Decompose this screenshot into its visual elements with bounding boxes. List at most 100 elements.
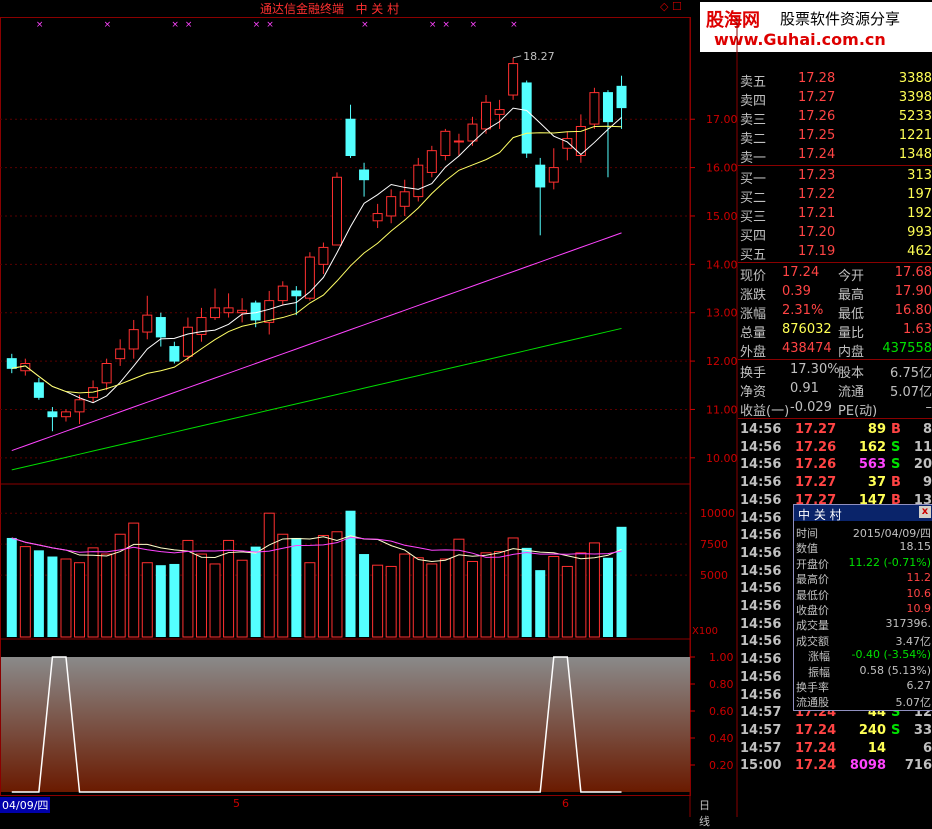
candle-body-down: [34, 383, 43, 398]
date-axis-june: 6: [562, 797, 569, 810]
volume-bar-up: [427, 564, 437, 637]
tick-price: 17.26: [795, 440, 836, 455]
close-icon[interactable]: x: [919, 506, 931, 518]
stat-value: 5.07亿: [890, 381, 932, 400]
moving-average-lines: [12, 108, 622, 470]
indicator-tick-label: 0.60: [709, 705, 734, 718]
bid-price: 17.22: [798, 187, 835, 202]
candle-body-down: [156, 318, 165, 337]
stat-label: 最低: [838, 303, 864, 322]
tick-price: 17.27: [795, 475, 836, 490]
ask-volume: 3388: [899, 71, 932, 86]
signal-marker: ×: [253, 20, 261, 30]
period-label[interactable]: 日线: [699, 797, 710, 829]
volume-bar-down: [603, 558, 613, 637]
stat-label: 收益(一): [740, 400, 789, 419]
volume-tick-label: 10000: [700, 507, 735, 520]
date-axis-may: 5: [233, 797, 240, 810]
volume-bar-up: [495, 552, 505, 637]
date-axis-start: 04/09/四: [0, 797, 50, 813]
stat-label: 现价: [740, 265, 766, 284]
price-tick-label: 10.00: [706, 452, 738, 465]
ma10-line: [12, 126, 622, 393]
stat-label: 外盘: [740, 341, 766, 360]
ask-label: 卖二: [740, 128, 766, 147]
ask-row: 卖一17.241348: [738, 146, 932, 165]
tick-price: 17.26: [795, 457, 836, 472]
popup-value: -0.40 (-3.54%): [852, 648, 931, 661]
candle-body-up: [129, 330, 138, 349]
candle-body-down: [603, 93, 612, 122]
kline-chart-area[interactable]: 17.0016.0015.0014.0013.0012.0011.0010.00…: [0, 17, 738, 817]
price-tick-label: 17.00: [706, 113, 738, 126]
tick-side: S: [891, 723, 900, 738]
popup-title-bar[interactable]: 中 关 村 x: [794, 505, 932, 521]
stat-value: 17.24: [782, 265, 819, 280]
candle-body-up: [238, 310, 247, 312]
volume-bar-up: [400, 554, 410, 637]
tick-time: 15:00: [740, 758, 781, 773]
signal-marker: ×: [469, 20, 477, 30]
volume-bars[interactable]: [7, 511, 627, 637]
stat-value: 1.63: [903, 322, 932, 337]
volume-bar-down: [346, 511, 356, 637]
volume-bar-up: [237, 560, 247, 637]
volume-bar-up: [318, 535, 328, 637]
price-tick-label: 11.00: [706, 403, 738, 416]
tick-price: 17.24: [795, 741, 836, 756]
volume-bar-up: [278, 534, 288, 637]
candlestick-series[interactable]: [7, 58, 626, 431]
candle-body-up: [441, 131, 450, 155]
candle-body-up: [224, 308, 233, 313]
signal-marker: ×: [361, 20, 369, 30]
popup-row: 最低价10.6: [794, 586, 932, 602]
tick-time: 14:57: [740, 705, 781, 720]
stat-value: 17.68: [895, 265, 932, 280]
candle-body-up: [468, 124, 477, 141]
tick-time: 14:56: [740, 652, 781, 667]
stat-value: 6.75亿: [890, 362, 932, 381]
tick-price: 17.24: [795, 723, 836, 738]
popup-row: 最高价11.2: [794, 570, 932, 586]
stat-label: 总量: [740, 322, 766, 341]
volume-bar-down: [535, 570, 545, 637]
popup-row: 成交额3.47亿: [794, 632, 932, 648]
bid-row: 买三17.21192: [738, 205, 932, 224]
stat-row: 外盘438474内盘437558: [738, 340, 932, 359]
candle-body-up: [332, 177, 341, 245]
bid-price: 17.19: [798, 244, 835, 259]
tick-side: B: [891, 475, 901, 490]
tick-count: 716: [905, 758, 932, 773]
bid-label: 买三: [740, 206, 766, 225]
volume-bar-down: [291, 538, 301, 637]
stat-row: 收益(一)-0.029PE(动)–: [738, 399, 932, 418]
tick-time: 14:56: [740, 688, 781, 703]
bid-price: 17.20: [798, 225, 835, 240]
candle-body-up: [116, 349, 125, 359]
data-popup[interactable]: 中 关 村 x 时间2015/04/09/四数值18.15开盘价11.22 (-…: [793, 504, 932, 711]
indicator-panel[interactable]: [1, 657, 690, 792]
ask-price: 17.27: [798, 90, 835, 105]
candle-body-up: [373, 214, 382, 221]
bid-row: 买一17.23313: [738, 167, 932, 186]
candle-body-down: [7, 359, 16, 369]
window-controls-icon[interactable]: ◇ ☐: [660, 0, 682, 13]
volume-bar-down: [617, 527, 627, 637]
candle-body-down: [617, 86, 626, 107]
ma60-line: [12, 328, 622, 469]
indicator-axis: 1.000.800.600.400.20: [690, 651, 734, 772]
candle-body-up: [509, 64, 518, 95]
tick-count: 11: [914, 440, 932, 455]
tick-volume: 563: [859, 457, 886, 472]
signal-marker: ×: [104, 20, 112, 30]
candle-body-up: [211, 308, 220, 318]
volume-bar-up: [224, 540, 234, 637]
candle-body-up: [427, 151, 436, 173]
signal-marker: ×: [185, 20, 193, 30]
ask-volume: 1348: [899, 147, 932, 162]
popup-value: 6.27: [907, 679, 932, 692]
divider: [738, 262, 932, 263]
tick-time: 14:56: [740, 440, 781, 455]
bid-label: 买一: [740, 168, 766, 187]
ask-row: 卖五17.283388: [738, 70, 932, 89]
